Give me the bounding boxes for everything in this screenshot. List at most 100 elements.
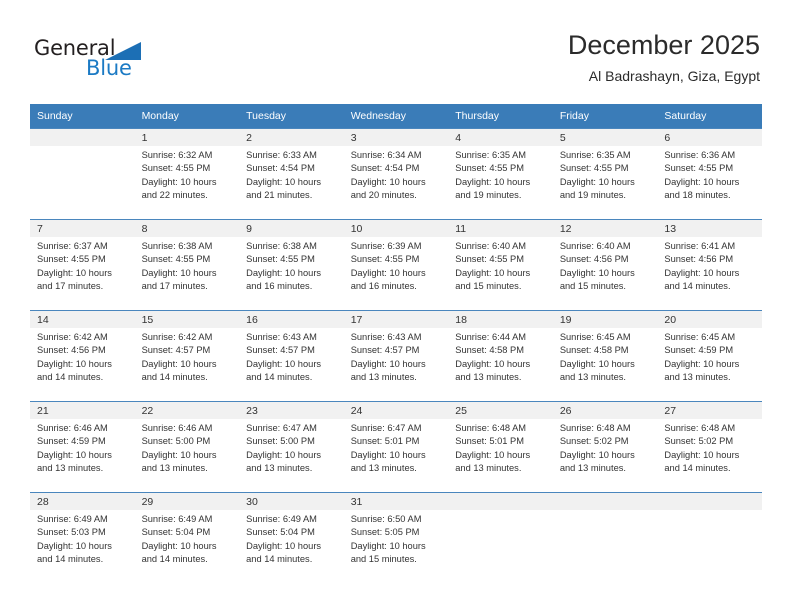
day-number: 5	[552, 129, 658, 146]
calendar-body: 1 Sunrise: 6:32 AM Sunset: 4:55 PM Daylight…	[30, 128, 762, 583]
daylight-text-line2: and 14 minutes.	[664, 281, 731, 292]
calendar-day-cell[interactable]: 21 Sunrise: 6:46 AM Sunset: 4:59 PM Dayligh…	[30, 401, 135, 493]
calendar-day-cell[interactable]: 10 Sunrise: 6:39 AM Sunset: 4:55 PM Dayligh…	[343, 219, 449, 311]
day-number: 6	[657, 129, 762, 146]
daylight-text-line2: and 17 minutes.	[141, 281, 208, 292]
day-number: 25	[448, 402, 553, 419]
day-details: Sunrise: 6:34 AM Sunset: 4:54 PM Daylight:…	[344, 146, 449, 203]
calendar-day-cell[interactable]: 29 Sunrise: 6:49 AM Sunset: 5:04 PM Dayligh…	[134, 492, 240, 583]
calendar-day-cell[interactable]: 26 Sunrise: 6:48 AM Sunset: 5:02 PM Dayligh…	[552, 401, 658, 493]
calendar-day-cell[interactable]: 6 Sunrise: 6:36 AM Sunset: 4:55 PM Daylight…	[657, 128, 762, 220]
calendar-day-cell[interactable]: 11 Sunrise: 6:40 AM Sunset: 4:55 PM Dayligh…	[448, 219, 553, 311]
day-cell-inner: 26 Sunrise: 6:48 AM Sunset: 5:02 PM Dayligh…	[552, 402, 658, 492]
day-details: Sunrise: 6:37 AM Sunset: 4:55 PM Daylight:…	[30, 237, 135, 294]
day-cell-inner: 19 Sunrise: 6:45 AM Sunset: 4:58 PM Dayligh…	[552, 311, 658, 401]
daylight-text-line1: Daylight: 10 hours	[246, 449, 322, 460]
day-cell-inner: 9 Sunrise: 6:38 AM Sunset: 4:55 PM Daylight…	[239, 220, 344, 310]
sunset-text: Sunset: 5:02 PM	[664, 436, 734, 447]
sunrise-text: Sunrise: 6:42 AM	[141, 332, 213, 342]
calendar-day-cell[interactable]: 4 Sunrise: 6:35 AM Sunset: 4:55 PM Daylight…	[448, 128, 553, 220]
calendar-day-cell[interactable]: 1 Sunrise: 6:32 AM Sunset: 4:55 PM Daylight…	[134, 128, 240, 220]
calendar-day-cell[interactable]: 25 Sunrise: 6:48 AM Sunset: 5:01 PM Dayligh…	[448, 401, 553, 493]
calendar-day-cell[interactable]: 14 Sunrise: 6:42 AM Sunset: 4:56 PM Dayligh…	[30, 310, 135, 402]
calendar-page: General Blue December 2025 Al Badrashayn…	[0, 0, 792, 612]
sunset-text: Sunset: 4:58 PM	[455, 345, 524, 356]
sunrise-text: Sunrise: 6:45 AM	[559, 332, 631, 342]
day-cell-inner: 13 Sunrise: 6:41 AM Sunset: 4:56 PM Dayligh…	[657, 220, 762, 310]
sunrise-text: Sunrise: 6:43 AM	[246, 332, 317, 342]
day-cell-inner: 3 Sunrise: 6:34 AM Sunset: 4:54 PM Daylight…	[343, 129, 449, 219]
daylight-text-line1: Daylight: 10 hours	[559, 267, 635, 278]
day-cell-inner: 20 Sunrise: 6:45 AM Sunset: 4:59 PM Dayligh…	[657, 311, 762, 401]
calendar-day-cell[interactable]: 30 Sunrise: 6:49 AM Sunset: 5:04 PM Dayligh…	[239, 492, 344, 583]
sunrise-text: Sunrise: 6:44 AM	[455, 332, 527, 342]
daylight-text-line1: Daylight: 10 hours	[246, 540, 322, 551]
weekday-header-friday: Friday	[552, 104, 658, 129]
calendar-day-cell[interactable]: 15 Sunrise: 6:42 AM Sunset: 4:57 PM Dayligh…	[134, 310, 240, 402]
day-details: Sunrise: 6:42 AM Sunset: 4:57 PM Daylight:…	[135, 328, 240, 385]
day-number: 16	[239, 311, 344, 328]
daylight-text-line1: Daylight: 10 hours	[141, 267, 217, 278]
calendar-day-cell-empty	[657, 492, 762, 583]
calendar-day-cell[interactable]: 20 Sunrise: 6:45 AM Sunset: 4:59 PM Dayligh…	[657, 310, 762, 402]
day-number: 20	[657, 311, 762, 328]
sunrise-text: Sunrise: 6:37 AM	[37, 241, 108, 251]
day-cell-inner: 6 Sunrise: 6:36 AM Sunset: 4:55 PM Daylight…	[657, 129, 762, 219]
day-cell-inner: 22 Sunrise: 6:46 AM Sunset: 5:00 PM Dayligh…	[134, 402, 240, 492]
calendar-day-cell[interactable]: 31 Sunrise: 6:50 AM Sunset: 5:05 PM Dayligh…	[343, 492, 449, 583]
calendar-day-cell[interactable]: 16 Sunrise: 6:43 AM Sunset: 4:57 PM Dayligh…	[239, 310, 344, 402]
sunrise-text: Sunrise: 6:47 AM	[350, 423, 422, 433]
sunset-text: Sunset: 4:55 PM	[37, 254, 106, 265]
calendar-day-cell[interactable]: 22 Sunrise: 6:46 AM Sunset: 5:00 PM Dayligh…	[134, 401, 240, 493]
sunset-text: Sunset: 4:57 PM	[141, 345, 211, 356]
daylight-text-line2: and 15 minutes.	[350, 554, 417, 565]
calendar-day-cell[interactable]: 19 Sunrise: 6:45 AM Sunset: 4:58 PM Dayligh…	[552, 310, 658, 402]
day-cell-inner: 7 Sunrise: 6:37 AM Sunset: 4:55 PM Daylight…	[30, 220, 135, 310]
daylight-text-line1: Daylight: 10 hours	[559, 358, 635, 369]
calendar-day-cell[interactable]: 2 Sunrise: 6:33 AM Sunset: 4:54 PM Daylight…	[239, 128, 344, 220]
general-blue-logo[interactable]: General Blue	[34, 36, 164, 84]
calendar-day-cell[interactable]: 24 Sunrise: 6:47 AM Sunset: 5:01 PM Dayligh…	[343, 401, 449, 493]
daylight-text-line2: and 14 minutes.	[664, 463, 731, 474]
day-number: 29	[134, 493, 240, 510]
daylight-text-line2: and 13 minutes.	[37, 463, 104, 474]
calendar-day-cell[interactable]: 3 Sunrise: 6:34 AM Sunset: 4:54 PM Daylight…	[343, 128, 449, 220]
sunset-text: Sunset: 5:03 PM	[37, 527, 106, 538]
calendar-day-cell[interactable]: 28 Sunrise: 6:49 AM Sunset: 5:03 PM Dayligh…	[30, 492, 135, 583]
calendar-day-cell[interactable]: 23 Sunrise: 6:47 AM Sunset: 5:00 PM Dayligh…	[239, 401, 344, 493]
calendar-day-cell[interactable]: 17 Sunrise: 6:43 AM Sunset: 4:57 PM Dayligh…	[343, 310, 449, 402]
calendar-day-cell[interactable]: 27 Sunrise: 6:48 AM Sunset: 5:02 PM Dayligh…	[657, 401, 762, 493]
sunset-text: Sunset: 5:02 PM	[559, 436, 629, 447]
sunset-text: Sunset: 5:05 PM	[350, 527, 420, 538]
sunset-text: Sunset: 4:57 PM	[246, 345, 315, 356]
calendar-day-cell[interactable]: 8 Sunrise: 6:38 AM Sunset: 4:55 PM Daylight…	[134, 219, 240, 311]
calendar-day-cell[interactable]: 13 Sunrise: 6:41 AM Sunset: 4:56 PM Dayligh…	[657, 219, 762, 311]
day-details: Sunrise: 6:49 AM Sunset: 5:04 PM Daylight:…	[239, 510, 344, 567]
day-details: Sunrise: 6:44 AM Sunset: 4:58 PM Daylight:…	[448, 328, 553, 385]
day-number: 15	[134, 311, 240, 328]
day-cell-inner: 25 Sunrise: 6:48 AM Sunset: 5:01 PM Dayligh…	[448, 402, 553, 492]
day-cell-inner: 2 Sunrise: 6:33 AM Sunset: 4:54 PM Daylight…	[239, 129, 344, 219]
weekday-header-tuesday: Tuesday	[239, 104, 344, 129]
calendar-day-cell[interactable]: 18 Sunrise: 6:44 AM Sunset: 4:58 PM Dayligh…	[448, 310, 553, 402]
daylight-text-line2: and 14 minutes.	[246, 372, 313, 383]
daylight-text-line1: Daylight: 10 hours	[559, 449, 635, 460]
day-cell-inner	[448, 493, 553, 583]
calendar-day-cell-empty	[30, 128, 135, 220]
sunset-text: Sunset: 4:56 PM	[37, 345, 106, 356]
day-details: Sunrise: 6:47 AM Sunset: 5:00 PM Daylight:…	[239, 419, 344, 476]
calendar-week-row: 7 Sunrise: 6:37 AM Sunset: 4:55 PM Daylight…	[30, 219, 762, 311]
day-cell-inner: 4 Sunrise: 6:35 AM Sunset: 4:55 PM Daylight…	[448, 129, 553, 219]
calendar-day-cell[interactable]: 9 Sunrise: 6:38 AM Sunset: 4:55 PM Daylight…	[239, 219, 344, 311]
daylight-text-line1: Daylight: 10 hours	[350, 449, 426, 460]
calendar-day-cell[interactable]: 5 Sunrise: 6:35 AM Sunset: 4:55 PM Daylight…	[552, 128, 658, 220]
daylight-text-line2: and 16 minutes.	[246, 281, 313, 292]
calendar-day-cell[interactable]: 7 Sunrise: 6:37 AM Sunset: 4:55 PM Daylight…	[30, 219, 135, 311]
daylight-text-line2: and 16 minutes.	[350, 281, 417, 292]
day-details: Sunrise: 6:46 AM Sunset: 4:59 PM Daylight:…	[30, 419, 135, 476]
day-details: Sunrise: 6:38 AM Sunset: 4:55 PM Daylight:…	[239, 237, 344, 294]
calendar-week-row: 14 Sunrise: 6:42 AM Sunset: 4:56 PM Dayligh…	[30, 310, 762, 402]
daylight-text-line2: and 13 minutes.	[559, 372, 626, 383]
day-number: 31	[343, 493, 449, 510]
calendar-day-cell[interactable]: 12 Sunrise: 6:40 AM Sunset: 4:56 PM Dayligh…	[552, 219, 658, 311]
